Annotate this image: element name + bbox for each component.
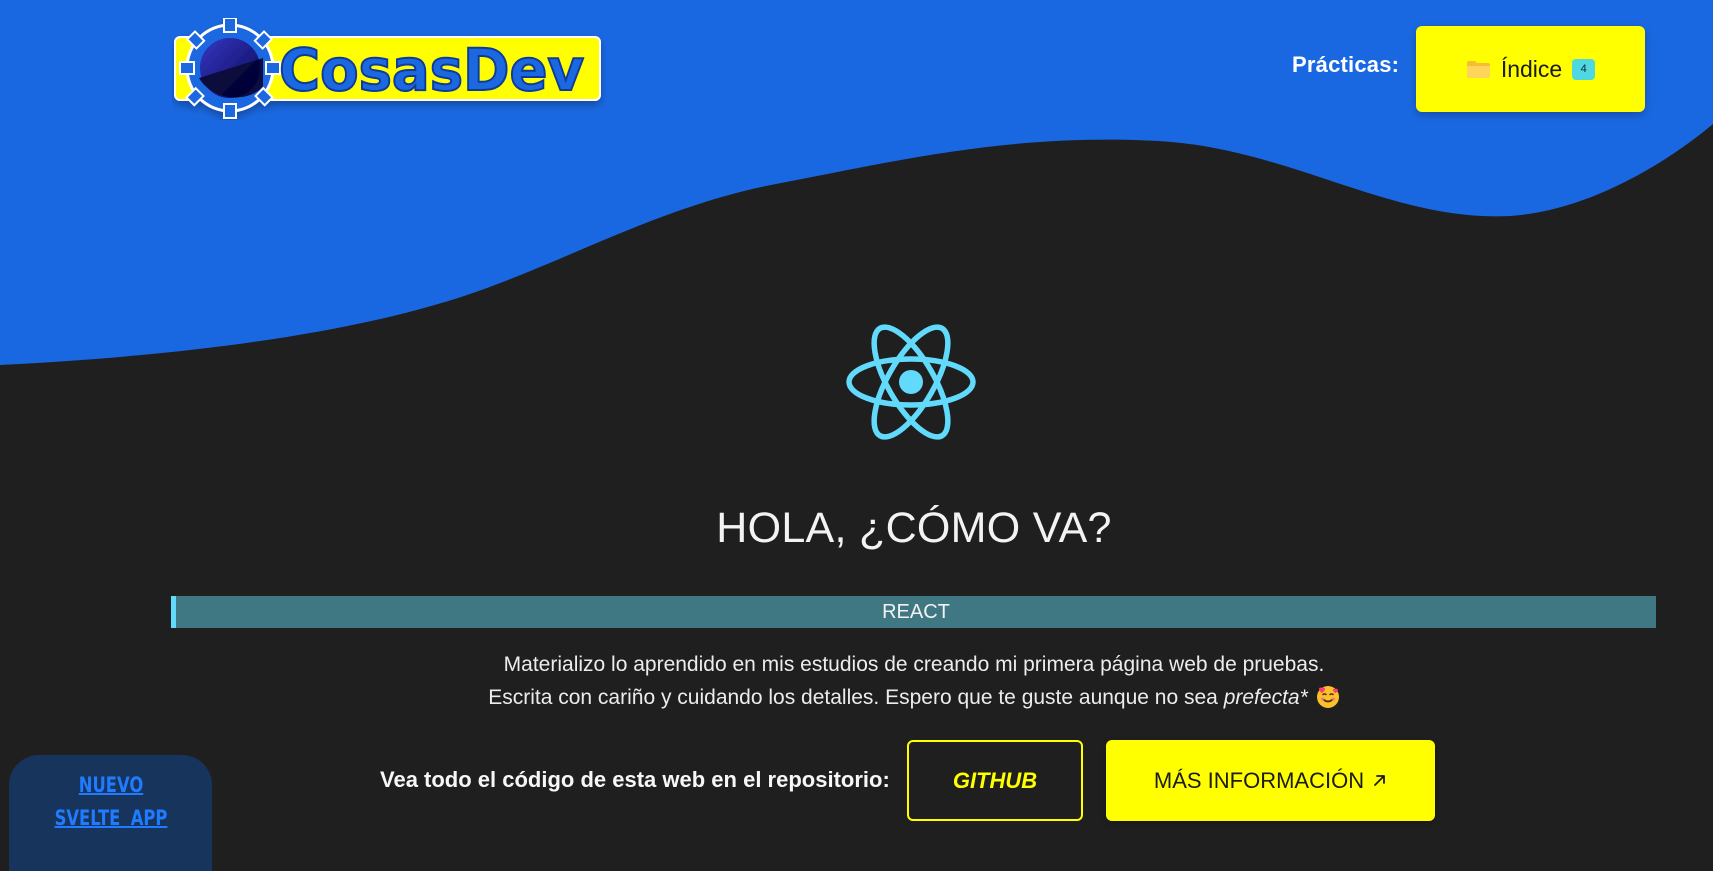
folder-icon [1466,61,1490,78]
index-button[interactable]: Índice 4 [1416,26,1645,112]
hero-title: HOLA, ¿CÓMO VA? [716,504,1112,552]
index-label: Índice [1500,55,1563,82]
react-logo-icon [846,324,976,440]
practicas-label: Prácticas: [1292,52,1400,77]
new-svelte-app-link[interactable]: NUEVO SVELTE APP [52,769,169,835]
index-count-badge: 4 [1572,58,1596,80]
page-root: CosasDev Prácticas: Índice 4 HOLA, ¿CÓMO… [0,0,1713,871]
cosasdev-logo[interactable]: CosasDev [172,18,606,120]
logo-wordmark: CosasDev [279,36,584,104]
github-button[interactable]: GITHUB [907,740,1083,821]
more-info-button[interactable]: MÁS INFORMACIÓN [1106,740,1435,821]
external-link-icon [1374,775,1386,786]
intro-line-2: Escrita con cariño y cuidando los detall… [0,681,1713,714]
more-info-label: MÁS INFORMACIÓN [1153,767,1365,793]
smiling-face-with-hearts-icon [1316,686,1339,708]
repository-label: Vea todo el código de esta web en el rep… [380,767,890,792]
new-svelte-app-panel: NUEVO SVELTE APP [9,755,212,871]
gear-logo-icon [179,18,281,119]
intro-line-1: Materializo lo aprendido en mis estudios… [503,653,1325,676]
intro-emphasis: prefecta* [1223,686,1308,709]
intro-text: Materializo lo aprendido en mis estudios… [0,648,1713,714]
intro-line-2-text: Escrita con cariño y cuidando los detall… [488,686,1224,709]
react-banner: REACT [171,596,1656,628]
